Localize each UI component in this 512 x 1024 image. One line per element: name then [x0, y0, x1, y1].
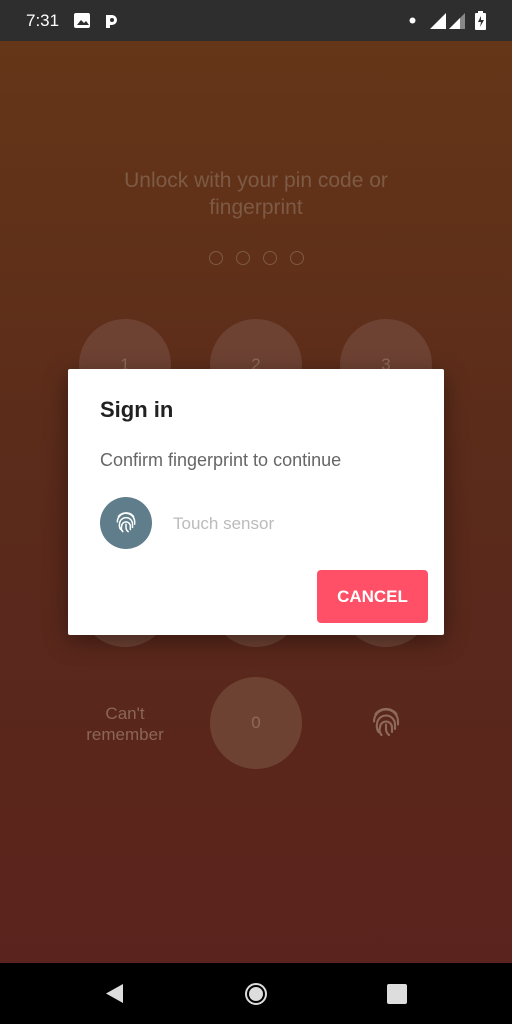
- pin-dot: [209, 251, 223, 265]
- home-icon[interactable]: [244, 982, 268, 1006]
- pin-dot: [290, 251, 304, 265]
- dialog-message: Confirm fingerprint to continue: [100, 450, 342, 470]
- navigation-bar: [0, 963, 512, 1024]
- cant-remember-link[interactable]: Can't remember: [70, 703, 180, 745]
- pin-indicator: [209, 251, 304, 265]
- battery-charging-icon: [475, 11, 486, 30]
- recents-icon[interactable]: [387, 984, 407, 1004]
- touch-sensor-hint: Touch sensor: [173, 514, 275, 533]
- cancel-button[interactable]: CANCEL: [317, 570, 428, 623]
- status-bar: 7:31: [0, 0, 512, 41]
- image-icon: [74, 13, 90, 28]
- fingerprint-icon[interactable]: [368, 705, 404, 741]
- wifi-signal-icon: [430, 13, 446, 29]
- p-app-icon: [106, 15, 117, 28]
- unlock-prompt: Unlock with your pin code or fingerprint: [124, 169, 388, 219]
- fingerprint-badge: [100, 497, 152, 549]
- fingerprint-dialog: Sign in Confirm fingerprint to continue …: [68, 369, 444, 635]
- dot-icon: [409, 17, 416, 24]
- back-icon[interactable]: [104, 983, 124, 1004]
- dialog-title: Sign in: [100, 397, 174, 422]
- pin-dot: [236, 251, 250, 265]
- key-0[interactable]: 0: [210, 677, 302, 769]
- fingerprint-icon: [116, 512, 136, 533]
- cell-signal-icon: [449, 13, 465, 29]
- clock: 7:31: [26, 11, 60, 30]
- pin-dot: [263, 251, 277, 265]
